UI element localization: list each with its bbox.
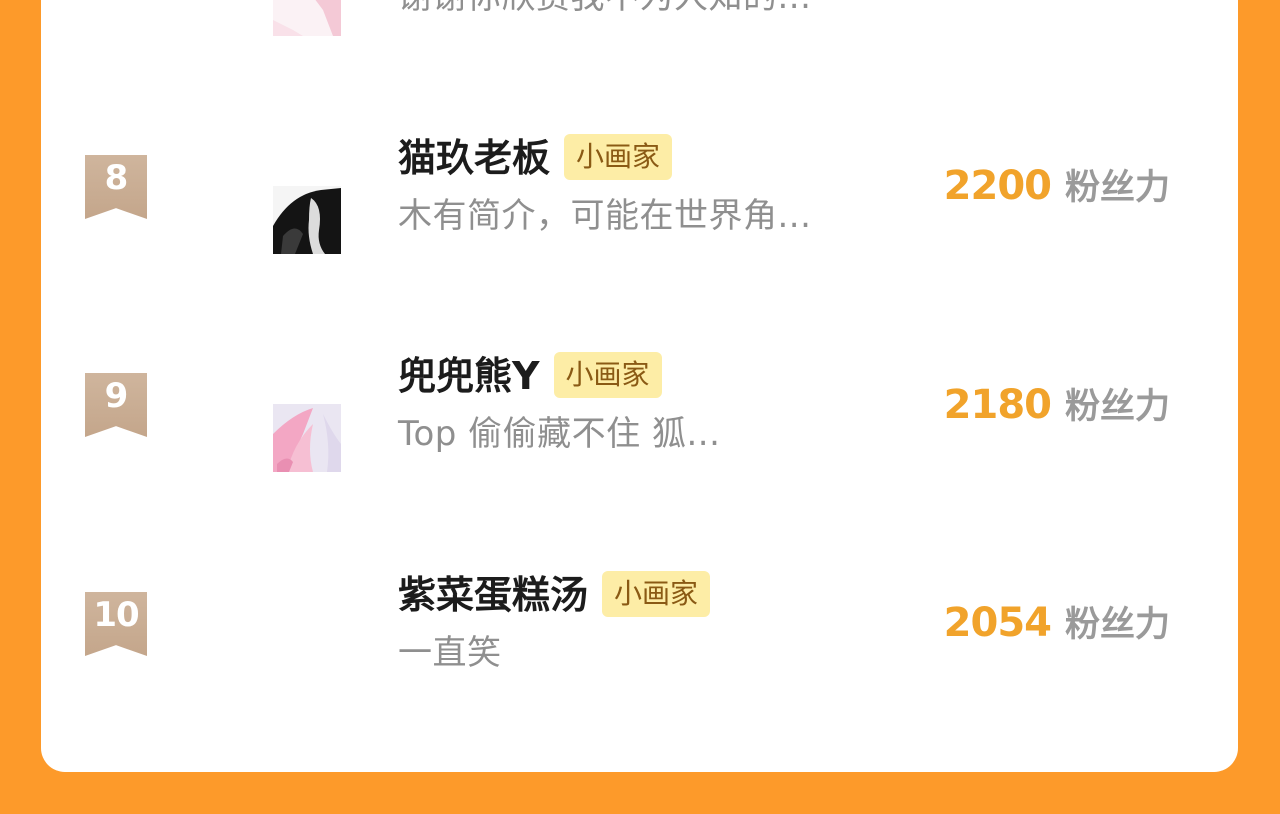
user-name[interactable]: 紫菜蛋糕汤 小画家: [398, 571, 711, 619]
user-bio: 木有简介，可能在世界角...: [398, 196, 812, 236]
avatar[interactable]: [273, 622, 341, 690]
user-name[interactable]: 兜兜熊Y 小画家: [398, 352, 662, 400]
fans-number: 2054: [943, 600, 1052, 646]
user-name-text[interactable]: 紫菜蛋糕汤: [398, 573, 588, 617]
avatar[interactable]: [273, 404, 341, 472]
user-bio: 一直笑: [398, 633, 502, 673]
fans-unit: 粉丝力: [1064, 605, 1170, 645]
level-tag: 小画家: [602, 571, 711, 617]
fans-score: 2054 粉丝力: [944, 599, 1170, 655]
user-bio: Top 偷偷藏不住 狐...: [398, 414, 721, 454]
fans-unit: 粉丝力: [1064, 387, 1170, 427]
user-name-text[interactable]: 兜兜熊Y: [398, 354, 540, 398]
fans-number: 2180: [943, 382, 1052, 428]
list-item-rank-10[interactable]: 10 紫菜蛋糕汤 小画家 一直笑 2054 粉丝力: [0, 0, 1280, 690]
level-tag: 小画家: [553, 352, 662, 398]
fans-score: 2180 粉丝力: [944, 381, 1170, 437]
